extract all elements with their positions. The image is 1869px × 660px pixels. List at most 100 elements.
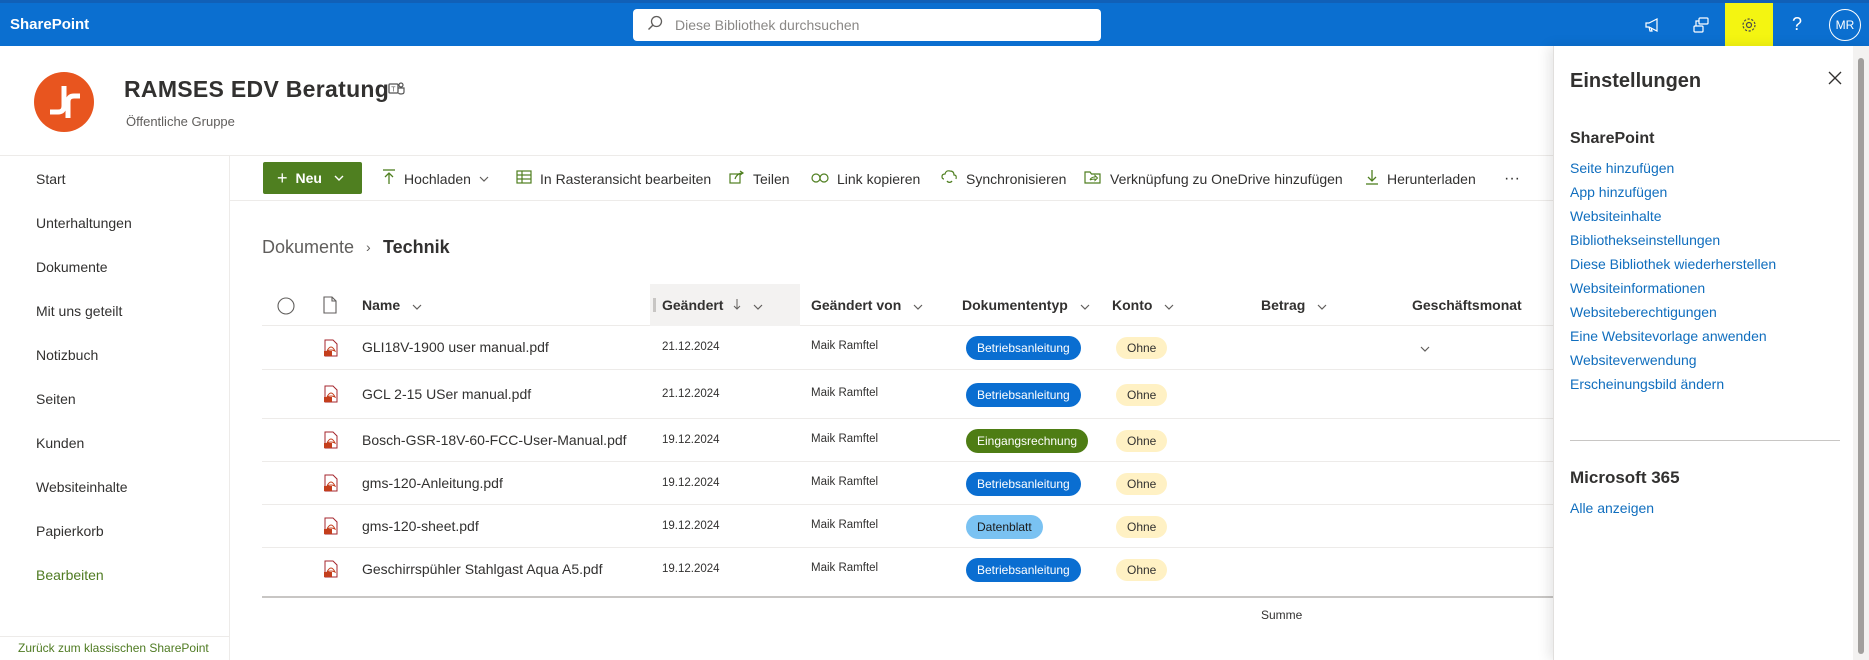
table-row[interactable]: gms-120-Anleitung.pdf 19.12.2024 Maik Ra…: [262, 462, 1553, 505]
site-header: RAMSES EDV Beratung T Öffentliche Gruppe: [0, 46, 1553, 156]
konto-badge: Ohne: [1116, 337, 1168, 359]
column-header-konto[interactable]: Konto: [1112, 284, 1182, 326]
row-file-name[interactable]: Geschirrspühler Stahlgast Aqua A5.pdf: [362, 561, 602, 577]
onedrive-shortcut-button[interactable]: Verknüpfung zu OneDrive hinzufügen: [1084, 156, 1343, 201]
row-modified-by[interactable]: Maik Ramftel: [811, 433, 878, 445]
avatar: MR: [1829, 8, 1861, 41]
nav-item-mit-uns-geteilt[interactable]: Mit uns geteilt: [36, 303, 122, 319]
left-navigation: Start Unterhaltungen Dokumente Mit uns g…: [0, 156, 230, 660]
doctype-badge: Betriebsanleitung: [966, 558, 1081, 582]
panel-scrollbar[interactable]: [1853, 46, 1869, 660]
help-icon[interactable]: ?: [1773, 3, 1821, 46]
column-header-modified-by[interactable]: Geändert von: [811, 284, 941, 326]
breadcrumb-separator: ›: [366, 239, 371, 255]
command-bar: + Neu Hochladen In Rasteransicht bearbei…: [230, 156, 1553, 201]
row-file-name[interactable]: gms-120-Anleitung.pdf: [362, 475, 503, 491]
new-button[interactable]: + Neu: [263, 162, 362, 194]
panel-divider: [1570, 440, 1840, 441]
row-file-name[interactable]: GLI18V-1900 user manual.pdf: [362, 339, 549, 355]
classic-sharepoint-link[interactable]: Zurück zum klassischen SharePoint: [0, 636, 230, 660]
scrollbar-thumb[interactable]: [1858, 58, 1864, 654]
row-modified-by[interactable]: Maik Ramftel: [811, 519, 878, 531]
copy-link-button[interactable]: Link kopieren: [811, 156, 920, 201]
nav-item-start[interactable]: Start: [36, 171, 66, 187]
chevron-down-icon: [334, 173, 344, 184]
row-modified-date: 19.12.2024: [662, 520, 720, 532]
gear-icon[interactable]: [1725, 3, 1773, 46]
row-modified-by[interactable]: Maik Ramftel: [811, 340, 878, 352]
chevron-down-icon: [913, 286, 923, 328]
link-websiteberechtigungen[interactable]: Websiteberechtigungen: [1570, 304, 1717, 320]
link-websitevorlage-anwenden[interactable]: Eine Websitevorlage anwenden: [1570, 328, 1767, 344]
table-row[interactable]: GCL 2-15 USer manual.pdf 21.12.2024 Maik…: [262, 370, 1553, 419]
download-button[interactable]: Herunterladen: [1365, 156, 1476, 201]
share-button[interactable]: Teilen: [729, 156, 790, 201]
sync-button[interactable]: Synchronisieren: [940, 156, 1066, 201]
table-row[interactable]: GLI18V-1900 user manual.pdf 21.12.2024 M…: [262, 326, 1553, 370]
row-file-name[interactable]: gms-120-sheet.pdf: [362, 518, 479, 534]
nav-item-unterhaltungen[interactable]: Unterhaltungen: [36, 215, 132, 231]
nav-item-kunden[interactable]: Kunden: [36, 435, 84, 451]
megaphone-icon[interactable]: [1629, 3, 1677, 46]
grid-edit-button[interactable]: In Rasteransicht bearbeiten: [516, 156, 711, 201]
link-app-hinzufuegen[interactable]: App hinzufügen: [1570, 184, 1667, 200]
sync-icon: [940, 169, 958, 189]
column-resize-handle[interactable]: [653, 298, 656, 312]
link-bibliothekseinstellungen[interactable]: Bibliothekseinstellungen: [1570, 232, 1720, 248]
link-alle-anzeigen[interactable]: Alle anzeigen: [1570, 500, 1654, 516]
app-brand[interactable]: SharePoint: [10, 3, 89, 46]
search-input[interactable]: [675, 17, 1075, 33]
link-websiteinhalte[interactable]: Websiteinhalte: [1570, 208, 1662, 224]
column-header-geschaeftsmonat[interactable]: Geschäftsmonat: [1412, 284, 1542, 352]
teams-icon[interactable]: T: [388, 81, 406, 102]
link-websiteverwendung[interactable]: Websiteverwendung: [1570, 352, 1697, 368]
upload-icon: [382, 168, 396, 189]
column-header-modified-by-label: Geändert von: [811, 297, 902, 313]
nav-item-dokumente[interactable]: Dokumente: [36, 259, 108, 275]
account-button[interactable]: MR: [1821, 3, 1869, 46]
konto-badge: Ohne: [1116, 559, 1168, 581]
nav-item-papierkorb[interactable]: Papierkorb: [36, 523, 104, 539]
nav-edit-link[interactable]: Bearbeiten: [36, 567, 104, 583]
table-row[interactable]: Geschirrspühler Stahlgast Aqua A5.pdf 19…: [262, 548, 1553, 591]
column-header-doctype-label: Dokumententyp: [962, 297, 1068, 313]
row-modified-by[interactable]: Maik Ramftel: [811, 562, 878, 574]
pdf-file-icon: [324, 339, 338, 362]
select-all-checkbox[interactable]: [277, 297, 295, 320]
konto-badge: Ohne: [1116, 384, 1168, 406]
link-bibliothek-wiederherstellen[interactable]: Diese Bibliothek wiederherstellen: [1570, 256, 1776, 272]
column-header-doctype[interactable]: Dokumententyp: [962, 284, 1092, 326]
site-logo[interactable]: [34, 72, 94, 132]
nav-item-notizbuch[interactable]: Notizbuch: [36, 347, 98, 363]
search-box[interactable]: [633, 9, 1101, 41]
breadcrumb-root[interactable]: Dokumente: [262, 237, 354, 258]
table-row[interactable]: gms-120-sheet.pdf 19.12.2024 Maik Ramfte…: [262, 505, 1553, 548]
nav-item-seiten[interactable]: Seiten: [36, 391, 76, 407]
row-file-name[interactable]: GCL 2-15 USer manual.pdf: [362, 386, 531, 402]
konto-badge: Ohne: [1116, 516, 1168, 538]
chevron-down-icon: [479, 173, 489, 185]
table-row[interactable]: Bosch-GSR-18V-60-FCC-User-Manual.pdf 19.…: [262, 419, 1553, 462]
list-header: Name Geändert Geändert von Dokumententyp…: [262, 284, 1553, 352]
row-file-name[interactable]: Bosch-GSR-18V-60-FCC-User-Manual.pdf: [362, 432, 627, 448]
more-actions-button[interactable]: ···: [1504, 156, 1520, 201]
site-title: RAMSES EDV Beratung: [124, 76, 390, 102]
upload-button[interactable]: Hochladen: [382, 156, 489, 201]
nav-item-websiteinhalte[interactable]: Websiteinhalte: [36, 479, 128, 495]
column-header-betrag-label: Betrag: [1261, 297, 1306, 313]
column-header-name[interactable]: Name: [362, 284, 592, 326]
column-header-modified[interactable]: Geändert: [650, 284, 800, 326]
link-websiteinformationen[interactable]: Websiteinformationen: [1570, 280, 1705, 296]
row-modified-by[interactable]: Maik Ramftel: [811, 387, 878, 399]
column-header-betrag[interactable]: Betrag: [1261, 284, 1341, 326]
close-icon[interactable]: [1828, 68, 1842, 91]
shortcut-icon: [1084, 169, 1102, 189]
link-seite-hinzufuegen[interactable]: Seite hinzufügen: [1570, 160, 1674, 176]
row-modified-by[interactable]: Maik Ramftel: [811, 476, 878, 488]
file-type-icon[interactable]: [323, 296, 337, 319]
connections-icon[interactable]: [1677, 3, 1725, 46]
column-header-geschaeftsmonat-label: Geschäftsmonat: [1412, 297, 1522, 313]
pdf-file-icon: [324, 385, 338, 408]
download-label: Herunterladen: [1387, 170, 1476, 187]
link-erscheinungsbild-aendern[interactable]: Erscheinungsbild ändern: [1570, 376, 1724, 392]
